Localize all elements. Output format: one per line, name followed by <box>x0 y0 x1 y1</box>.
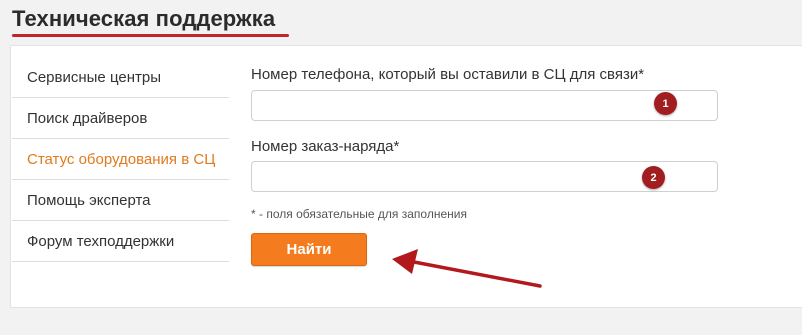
sidebar-item-equipment-status[interactable]: Статус оборудования в СЦ <box>12 139 229 180</box>
page-title: Техническая поддержка <box>12 6 276 31</box>
phone-field-label: Номер телефона, который вы оставили в СЦ… <box>251 66 645 83</box>
sidebar-item-service-centers[interactable]: Сервисные центры <box>12 57 229 98</box>
annotation-badge-1: 1 <box>654 92 677 115</box>
phone-field[interactable] <box>251 90 718 121</box>
annotation-badge-2: 2 <box>642 166 665 189</box>
sidebar-menu: Сервисные центры Поиск драйверов Статус … <box>12 57 229 262</box>
title-underline <box>12 34 289 37</box>
find-button[interactable]: Найти <box>251 233 367 266</box>
order-number-field-label: Номер заказ-наряда* <box>251 138 400 155</box>
required-fields-note: * - поля обязательные для заполнения <box>251 207 467 221</box>
sidebar-item-driver-search[interactable]: Поиск драйверов <box>12 98 229 139</box>
sidebar-item-expert-help[interactable]: Помощь эксперта <box>12 180 229 221</box>
page-header: Техническая поддержка <box>0 0 802 44</box>
sidebar-item-support-forum[interactable]: Форум техподдержки <box>12 221 229 262</box>
